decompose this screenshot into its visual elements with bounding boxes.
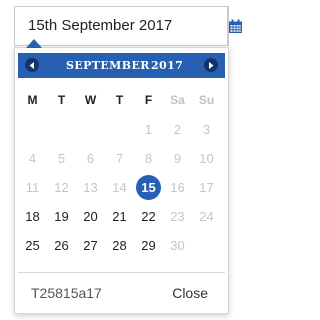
day-cell[interactable]: 26 — [47, 231, 76, 260]
day-cell: 8 — [144, 151, 153, 166]
day-cell: 14 — [112, 180, 127, 195]
empty-day-cell — [18, 115, 47, 144]
calendar-weeks: 1 2 3 4 5 6 7 8 9 10 11 12 13 14 15 16 17 18 19 20 21 22 23 24 2… — [18, 115, 226, 260]
day-cell: 3 — [202, 122, 211, 137]
empty-day-cell — [105, 115, 134, 144]
weekday-label: M — [27, 93, 38, 107]
day-cell: 10 — [199, 151, 214, 166]
day-cell: 11 — [25, 180, 40, 195]
empty-day-cell — [192, 231, 221, 260]
chevron-right-icon — [209, 61, 214, 69]
day-cell[interactable]: 27 — [76, 231, 105, 260]
day-cell[interactable]: 18 — [18, 202, 47, 231]
day-cell[interactable]: 19 — [47, 202, 76, 231]
weekday-label: W — [84, 93, 97, 107]
date-picker-popup: SEPTEMBER 2017 M T W T F Sa Su 1 2 3 4 5 6 7 8 9 10 11 12… — [14, 39, 229, 314]
week-row: 4 5 6 7 8 9 10 — [18, 144, 226, 173]
day-cell: 24 — [199, 209, 214, 224]
month-label[interactable]: SEPTEMBER — [66, 53, 150, 78]
day-cell[interactable]: 22 — [134, 202, 163, 231]
weekday-label: T — [115, 93, 124, 107]
year-label[interactable]: 2017 — [151, 53, 183, 78]
calendar-icon — [229, 19, 242, 33]
weekday-header-row: M T W T F Sa Su — [18, 86, 226, 115]
day-cell[interactable]: 20 — [76, 202, 105, 231]
selected-day-cell[interactable]: 15 — [134, 173, 163, 202]
weekday-label: Sa — [170, 93, 185, 107]
weekday-label: T — [57, 93, 66, 107]
day-cell: 30 — [170, 238, 185, 253]
day-cell: 12 — [54, 180, 69, 195]
day-cell[interactable]: 29 — [134, 231, 163, 260]
popup-caret — [26, 39, 42, 48]
day-cell: 7 — [115, 151, 124, 166]
day-cell: 5 — [57, 151, 66, 166]
week-row: 11 12 13 14 15 16 17 — [18, 173, 226, 202]
day-cell: 1 — [144, 122, 153, 137]
next-month-button[interactable] — [204, 58, 218, 72]
day-cell: 2 — [173, 122, 182, 137]
day-cell: 4 — [28, 151, 37, 166]
weekday-label: Su — [198, 93, 215, 107]
week-row: 18 19 20 21 22 23 24 — [18, 202, 226, 231]
month-header: SEPTEMBER 2017 — [18, 53, 225, 78]
footer-divider — [18, 272, 225, 273]
week-row: 25 26 27 28 29 30 — [18, 231, 226, 260]
day-cell: 23 — [170, 209, 185, 224]
calendar-grid: M T W T F Sa Su 1 2 3 4 5 6 7 8 9 10 11 12 13 14 15 16 17 18 19 2… — [18, 86, 226, 260]
empty-day-cell — [76, 115, 105, 144]
calendar-button[interactable] — [227, 7, 243, 45]
day-cell: 9 — [173, 151, 182, 166]
date-value-input[interactable] — [15, 7, 227, 45]
day-cell: 6 — [86, 151, 95, 166]
empty-day-cell — [47, 115, 76, 144]
day-cell[interactable]: 28 — [105, 231, 134, 260]
day-cell[interactable]: 25 — [18, 231, 47, 260]
selected-day-label: 15 — [136, 175, 161, 200]
day-cell: 13 — [83, 180, 98, 195]
chevron-left-icon — [29, 61, 34, 69]
close-button[interactable]: Close — [172, 283, 208, 303]
prev-month-button[interactable] — [25, 58, 39, 72]
day-cell[interactable]: 21 — [105, 202, 134, 231]
weekday-label: F — [144, 93, 153, 107]
day-cell: 16 — [170, 180, 185, 195]
day-cell: 17 — [199, 180, 214, 195]
date-input-field[interactable] — [14, 6, 242, 46]
week-row: 1 2 3 — [18, 115, 226, 144]
footer-code: T25815a17 — [31, 285, 102, 301]
